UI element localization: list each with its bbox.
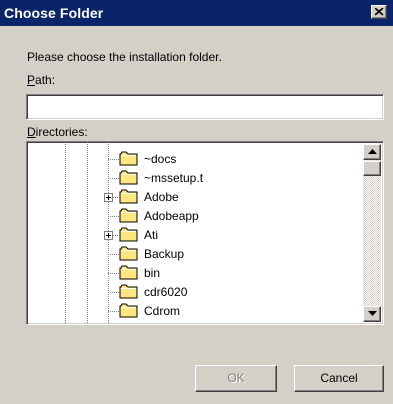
path-label: Path: (27, 73, 55, 87)
close-button[interactable] (371, 5, 387, 19)
scroll-down-button[interactable] (363, 306, 381, 322)
folder-icon (119, 170, 138, 185)
scroll-up-button[interactable] (363, 144, 381, 160)
expand-adobe-toggle[interactable] (104, 193, 113, 202)
folder-icon (119, 151, 138, 166)
tree-item-ati[interactable]: Ati (119, 226, 359, 244)
path-label-text: ath: (35, 73, 56, 87)
folder-icon (119, 303, 138, 318)
cancel-button[interactable]: Cancel (294, 365, 384, 392)
folder-icon (119, 208, 138, 223)
directory-tree[interactable]: ~docs ~mssetup.t Adobe Adobeapp Ati Back… (26, 141, 384, 325)
tree-item-cdrom[interactable]: Cdrom (119, 302, 359, 320)
tree-item-adobe[interactable]: Adobe (119, 188, 359, 206)
tree-item-label: bin (144, 266, 161, 280)
arrow-up-icon (368, 149, 377, 154)
tree-item-label: ~mssetup.t (144, 171, 204, 185)
instruction-text: Please choose the installation folder. (27, 50, 222, 64)
tree-item-label: Cdrom (144, 304, 181, 318)
folder-icon (119, 227, 138, 242)
tree-item-adobeapp[interactable]: Adobeapp (119, 207, 359, 225)
tree-item-label: Backup (144, 247, 185, 261)
directories-label-text: irectories: (35, 125, 88, 139)
choose-folder-dialog: Choose Folder Please choose the installa… (0, 0, 393, 404)
tree-item-label: Adobeapp (144, 209, 199, 223)
folder-icon (119, 265, 138, 280)
scroll-thumb[interactable] (363, 161, 381, 176)
directories-label: Directories: (27, 125, 88, 139)
title-bar[interactable]: Choose Folder (0, 0, 393, 26)
close-icon (375, 8, 384, 16)
folder-icon (119, 246, 138, 261)
tree-item-label: Ati (144, 228, 159, 242)
path-label-mnemonic: P (27, 73, 36, 87)
tree-item-docs[interactable]: ~docs (119, 150, 359, 168)
window-title: Choose Folder (4, 5, 104, 21)
tree-item-label: ~docs (144, 152, 177, 166)
tree-item-backup[interactable]: Backup (119, 245, 359, 263)
folder-icon (119, 189, 138, 204)
tree-item-label: cdr6020 (144, 285, 188, 299)
tree-item-mssetup[interactable]: ~mssetup.t (119, 169, 359, 187)
tree-item-bin[interactable]: bin (119, 264, 359, 282)
tree-item-cdr6020[interactable]: cdr6020 (119, 283, 359, 301)
ok-button[interactable]: OK (195, 365, 277, 392)
expand-ati-toggle[interactable] (104, 231, 113, 240)
vertical-scrollbar[interactable] (363, 144, 381, 322)
arrow-down-icon (368, 311, 377, 316)
tree-item-label: Adobe (144, 190, 179, 204)
path-input[interactable] (26, 94, 384, 120)
folder-icon (119, 284, 138, 299)
directories-label-mnemonic: D (27, 125, 36, 139)
